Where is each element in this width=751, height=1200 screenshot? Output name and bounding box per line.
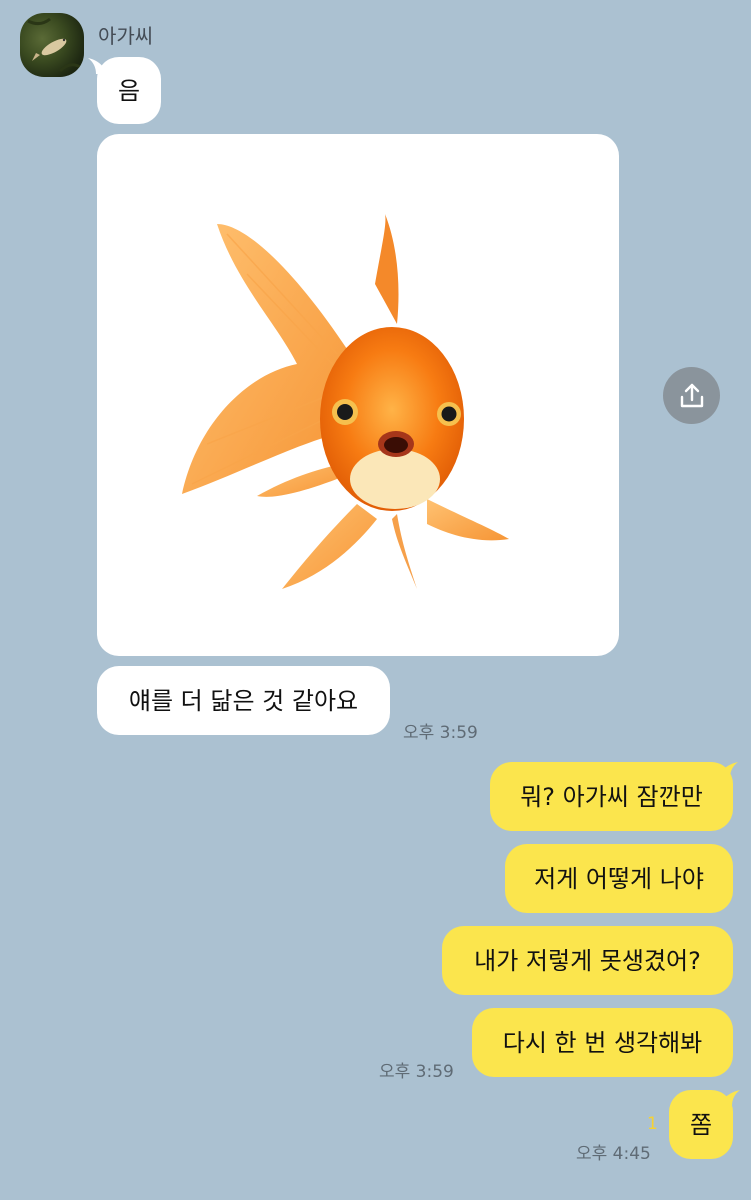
message-text: 내가 저렇게 못생겼어? <box>474 946 701 975</box>
message-time: 오후 3:59 <box>379 1062 454 1082</box>
message-text: 음 <box>117 76 141 105</box>
incoming-message[interactable]: 음 <box>97 57 161 124</box>
unread-count: 1 <box>647 1114 658 1134</box>
outgoing-message[interactable]: 저게 어떻게 나야 <box>505 844 733 913</box>
message-time: 오후 3:59 <box>403 723 478 743</box>
goldfish-photo[interactable] <box>97 134 619 656</box>
message-text: 쫌 <box>689 1110 713 1139</box>
message-text: 다시 한 번 생각해봐 <box>502 1028 703 1057</box>
fish-avatar-icon <box>27 17 81 73</box>
outgoing-message[interactable]: 내가 저렇게 못생겼어? <box>442 926 733 995</box>
message-text: 얘를 더 닮은 것 같아요 <box>128 686 359 715</box>
message-time: 오후 4:45 <box>576 1144 651 1164</box>
outgoing-message[interactable]: 쫌 <box>669 1090 733 1159</box>
message-text: 뭐? 아가씨 잠깐만 <box>520 782 703 811</box>
outgoing-message[interactable]: 뭐? 아가씨 잠깐만 <box>490 762 733 831</box>
message-text: 저게 어떻게 나야 <box>534 864 704 893</box>
sender-name: 아가씨 <box>98 24 154 48</box>
incoming-message[interactable]: 얘를 더 닮은 것 같아요 <box>97 666 390 735</box>
share-icon <box>680 383 703 407</box>
outgoing-message[interactable]: 다시 한 번 생각해봐 <box>472 1008 733 1077</box>
goldfish-image-icon <box>182 214 509 589</box>
share-button[interactable] <box>663 367 720 424</box>
sender-avatar[interactable] <box>20 13 84 77</box>
